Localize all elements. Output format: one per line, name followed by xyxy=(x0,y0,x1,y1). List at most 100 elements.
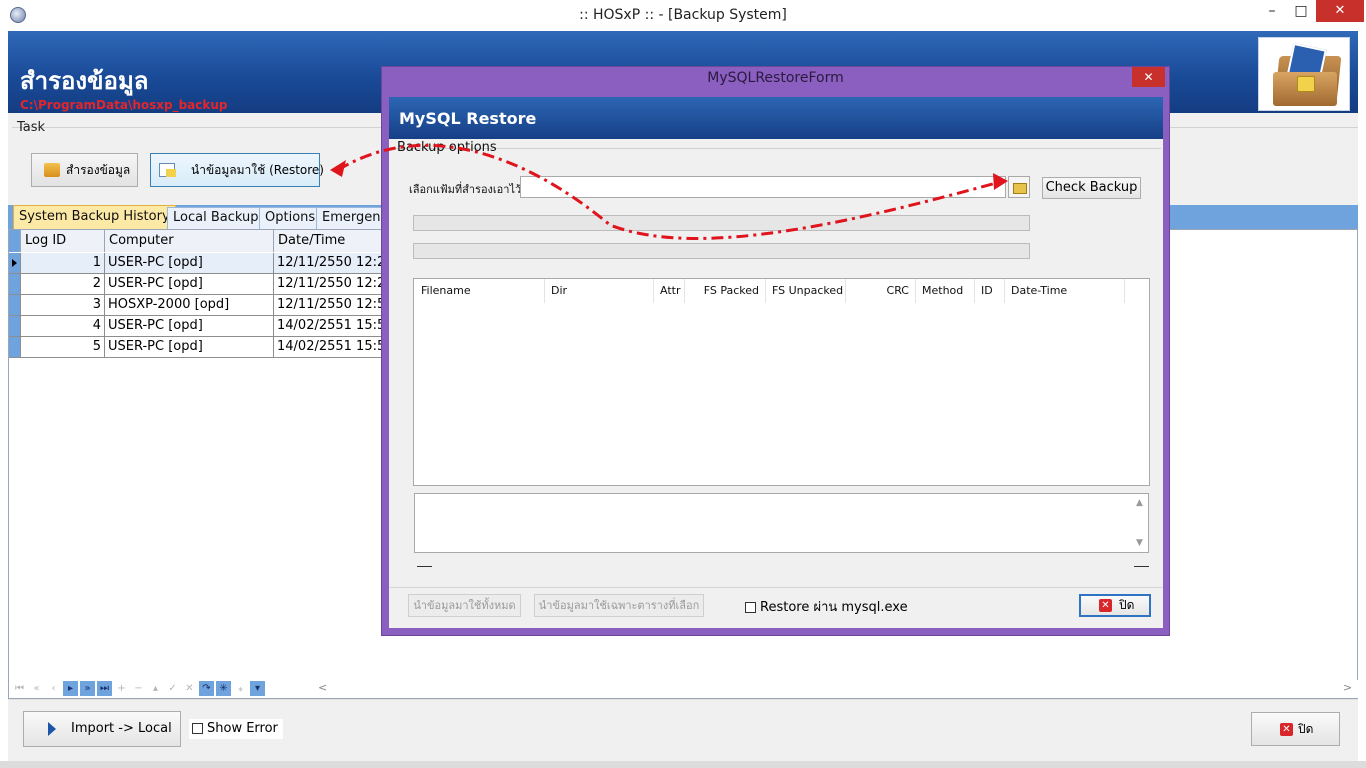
show-error-box[interactable] xyxy=(192,723,203,734)
nav-filter-icon[interactable]: ▾ xyxy=(250,681,265,696)
list-header-date-time[interactable]: Date-Time xyxy=(1005,279,1125,303)
nav-first-icon[interactable]: ⏮ xyxy=(12,681,27,696)
list-header-dir[interactable]: Dir xyxy=(545,279,654,303)
import-local-button[interactable]: Import -> Local xyxy=(23,711,181,747)
tab-local-backup[interactable]: Local Backup xyxy=(167,207,265,229)
memo-scrollbar[interactable]: ▲ ▼ xyxy=(1132,494,1148,552)
backup-button[interactable]: สำรองข้อมูล xyxy=(31,153,138,187)
list-header-filename[interactable]: Filename xyxy=(415,279,545,303)
restore-mysql-exe-label: Restore ผ่าน mysql.exe xyxy=(760,600,908,615)
nav-refresh-icon[interactable]: ↷ xyxy=(199,681,214,696)
row-indicator[interactable] xyxy=(9,274,21,295)
progress-bar-1 xyxy=(413,215,1030,231)
nav-cancel-icon[interactable]: ✕ xyxy=(182,681,197,696)
restore-mysql-exe-box[interactable] xyxy=(745,602,756,613)
list-header-attr[interactable]: Attr xyxy=(654,279,685,303)
page-title: สำรองข้อมูล xyxy=(20,66,149,95)
cell-datetime: 12/11/2550 12:25: xyxy=(274,253,384,274)
table-row[interactable]: 2USER-PC [opd]12/11/2550 12:29: xyxy=(21,274,384,295)
archive-file-list[interactable] xyxy=(413,278,1150,486)
row-indicator[interactable] xyxy=(9,337,21,358)
window-close-button[interactable]: ✕ xyxy=(1316,0,1364,22)
status-right-dash xyxy=(1134,566,1149,567)
table-row[interactable]: 1USER-PC [opd]12/11/2550 12:25: xyxy=(21,253,384,274)
list-header-fs-packed[interactable]: FS Packed xyxy=(685,279,766,303)
restore-selected-tables-button[interactable]: นำข้อมูลมาใช้เฉพาะตารางที่เลือก xyxy=(534,594,704,617)
dialog-footer-divider xyxy=(389,587,1163,588)
row-indicator[interactable] xyxy=(9,253,21,274)
nav-prior-icon[interactable]: ‹ xyxy=(46,681,61,696)
nav-next-icon[interactable]: ▸ xyxy=(63,681,78,696)
tab-system-backup-history[interactable]: System Backup History xyxy=(13,205,176,229)
row-indicator[interactable] xyxy=(9,295,21,316)
restore-mysql-exe-checkbox[interactable]: Restore ผ่าน mysql.exe xyxy=(745,600,908,615)
table-row[interactable]: 3HOSXP-2000 [opd]12/11/2550 12:51: xyxy=(21,295,384,316)
backup-options-label: Backup options xyxy=(397,140,497,155)
tab-options[interactable]: Options xyxy=(259,207,322,229)
nav-goto-bookmark-icon[interactable]: ⁎ xyxy=(233,681,248,696)
restore-icon xyxy=(159,163,176,177)
log-memo[interactable]: ▲ ▼ xyxy=(414,493,1149,553)
table-row[interactable]: 4USER-PC [opd]14/02/2551 15:54: xyxy=(21,316,384,337)
cell-datetime: 12/11/2550 12:29: xyxy=(274,274,384,295)
show-error-checkbox[interactable]: Show Error xyxy=(189,719,283,739)
maximize-button[interactable]: □ xyxy=(1288,0,1314,22)
nav-insert-icon[interactable]: + xyxy=(114,681,129,696)
backup-button-label: สำรองข้อมูล xyxy=(66,163,131,177)
nav-save-bookmark-icon[interactable]: ✳ xyxy=(216,681,231,696)
backup-folder-icon xyxy=(1258,37,1350,111)
scroll-right-icon[interactable]: > xyxy=(1343,681,1352,694)
cell-datetime: 14/02/2551 15:57: xyxy=(274,337,384,358)
cell-log-id: 1 xyxy=(21,253,105,274)
main-titlebar: :: HOSxP :: - [Backup System] – □ ✕ xyxy=(0,0,1366,31)
progress-bar-2 xyxy=(413,243,1030,259)
backup-file-input[interactable] xyxy=(520,176,1006,198)
table-row[interactable]: 5USER-PC [opd]14/02/2551 15:57: xyxy=(21,337,384,358)
list-header-id[interactable]: ID xyxy=(975,279,1005,303)
nav-prior-page-icon[interactable]: « xyxy=(29,681,44,696)
browse-folder-icon[interactable] xyxy=(1008,176,1030,198)
check-backup-button[interactable]: Check Backup xyxy=(1042,177,1141,199)
nav-post-icon[interactable]: ✓ xyxy=(165,681,180,696)
taskbar-strip xyxy=(0,761,1366,768)
nav-next-page-icon[interactable]: » xyxy=(80,681,95,696)
cell-computer: HOSXP-2000 [opd] xyxy=(105,295,274,316)
restore-all-button[interactable]: นำข้อมูลมาใช้ทั้งหมด xyxy=(408,594,521,617)
close-icon: ✕ xyxy=(1280,723,1293,736)
cell-log-id: 4 xyxy=(21,316,105,337)
row-indicator[interactable] xyxy=(9,316,21,337)
scroll-up-icon[interactable]: ▲ xyxy=(1136,498,1143,508)
backup-file-label: เลือกแฟ้มที่สำรองเอาไว้ xyxy=(409,183,522,196)
restore-button-label: นำข้อมูลมาใช้ (Restore) xyxy=(191,163,324,177)
column-header-datetime[interactable]: Date/Time xyxy=(274,230,384,252)
cell-log-id: 5 xyxy=(21,337,105,358)
column-header-log-id[interactable]: Log ID xyxy=(21,230,105,252)
scroll-down-icon[interactable]: ▼ xyxy=(1136,538,1143,548)
list-header-crc[interactable]: CRC xyxy=(846,279,916,303)
minimize-button[interactable]: – xyxy=(1258,0,1286,22)
dialog-title: MySQLRestoreForm xyxy=(707,70,844,86)
nav-delete-icon[interactable]: − xyxy=(131,681,146,696)
import-local-label: Import -> Local xyxy=(71,721,172,736)
main-close-label: ปิด xyxy=(1298,722,1314,736)
cell-computer: USER-PC [opd] xyxy=(105,316,274,337)
restore-button[interactable]: นำข้อมูลมาใช้ (Restore) xyxy=(150,153,324,187)
list-header-method[interactable]: Method xyxy=(916,279,975,303)
dialog-close-button[interactable]: ✕ ปิด xyxy=(1079,594,1151,617)
backup-icon xyxy=(44,163,60,177)
main-close-button[interactable]: ✕ ปิด xyxy=(1251,712,1340,746)
cell-log-id: 3 xyxy=(21,295,105,316)
column-header-computer[interactable]: Computer xyxy=(105,230,274,252)
backup-path: C:\ProgramData\hosxp_backup xyxy=(20,98,228,112)
list-header-fs-unpacked[interactable]: FS Unpacked xyxy=(766,279,846,303)
close-icon: ✕ xyxy=(1099,599,1112,612)
dialog-close-x-button[interactable]: ✕ xyxy=(1132,67,1165,87)
nav-last-icon[interactable]: ⏭ xyxy=(97,681,112,696)
nav-edit-icon[interactable]: ▴ xyxy=(148,681,163,696)
cell-computer: USER-PC [opd] xyxy=(105,337,274,358)
cell-datetime: 14/02/2551 15:54: xyxy=(274,316,384,337)
cell-computer: USER-PC [opd] xyxy=(105,274,274,295)
window-title: :: HOSxP :: - [Backup System] xyxy=(579,7,787,23)
dialog-banner: MySQL Restore xyxy=(389,97,1163,139)
scroll-left-icon[interactable]: < xyxy=(318,681,327,694)
